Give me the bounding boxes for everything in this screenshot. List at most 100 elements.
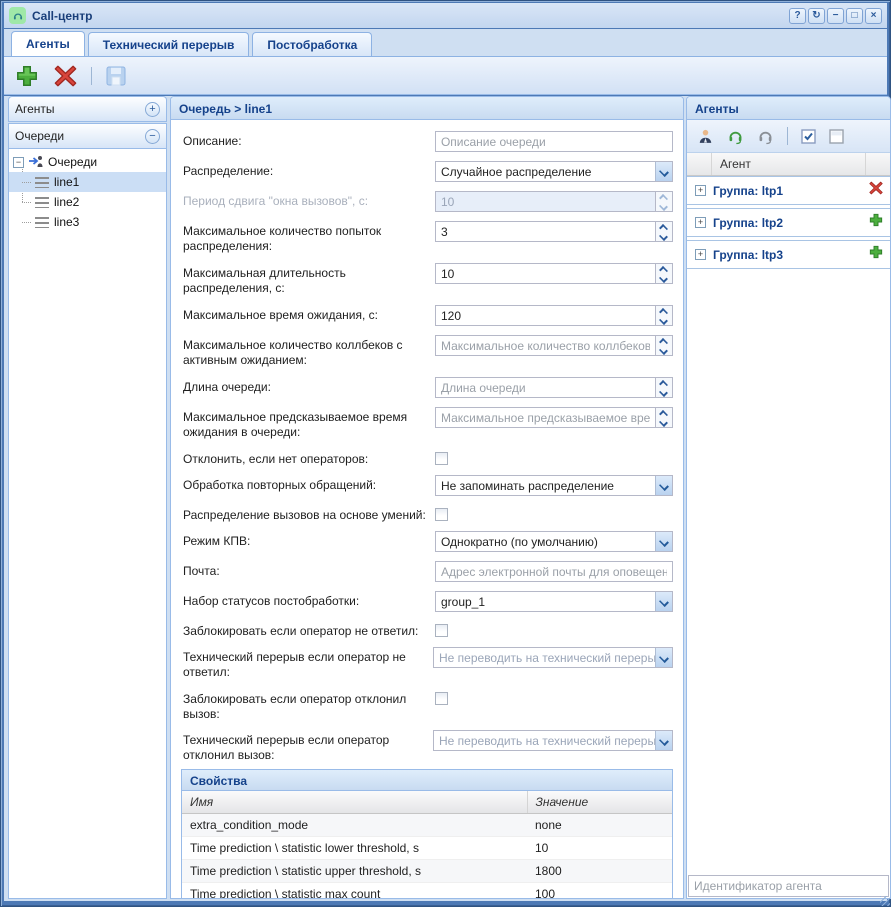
properties-col-name[interactable]: Имя	[182, 791, 527, 814]
max-duration-spinner[interactable]	[435, 263, 673, 284]
agents-toolbar	[687, 120, 890, 153]
status-set-select[interactable]: group_1	[435, 591, 673, 612]
expand-group-icon[interactable]: +	[695, 185, 706, 196]
chevron-down-icon[interactable]	[655, 532, 672, 551]
repeat-handling-select[interactable]: Не запоминать распределение	[435, 475, 673, 496]
spinner-buttons[interactable]	[655, 306, 672, 325]
add-button[interactable]	[14, 63, 40, 89]
close-button[interactable]: ×	[865, 8, 882, 24]
agent-person-icon[interactable]	[697, 128, 714, 145]
remove-group-icon[interactable]	[868, 180, 884, 201]
expand-icon[interactable]: +	[145, 102, 160, 117]
chevron-down-icon[interactable]	[655, 162, 672, 181]
spin-up-icon[interactable]	[656, 264, 672, 274]
spin-down-icon[interactable]	[656, 274, 672, 284]
queue-line-icon	[35, 177, 49, 188]
tab-postprocessing[interactable]: Постобработка	[252, 32, 372, 56]
sidebar-panel-queues-header[interactable]: Очереди −	[8, 123, 167, 149]
distribution-select[interactable]: Случайное распределение	[435, 161, 673, 182]
queue-panel: Очередь > line1 Описание: Распределение:…	[170, 96, 684, 899]
content-area: Агенты + Очереди − − Очереди l	[4, 96, 887, 901]
kpv-mode-select[interactable]: Однократно (по умолчанию)	[435, 531, 673, 552]
max-wait-spinner[interactable]	[435, 305, 673, 326]
agents-panel-header: Агенты	[687, 97, 890, 120]
select-all-checkbox-icon[interactable]	[801, 129, 816, 144]
headset-inactive-icon[interactable]	[757, 128, 774, 145]
spinner-buttons[interactable]	[655, 378, 672, 397]
spinner-buttons[interactable]	[655, 336, 672, 355]
spinner-buttons	[655, 192, 672, 211]
properties-col-value[interactable]: Значение	[527, 791, 672, 814]
queue-root-icon	[28, 154, 44, 171]
chevron-down-icon[interactable]	[655, 592, 672, 611]
spin-up-icon[interactable]	[656, 378, 672, 388]
spin-up-icon[interactable]	[656, 306, 672, 316]
agent-id-input[interactable]	[688, 875, 889, 897]
table-row[interactable]: Time prediction \ statistic lower thresh…	[182, 837, 672, 860]
toolbar-separator	[787, 127, 788, 145]
table-row[interactable]: Time prediction \ statistic upper thresh…	[182, 860, 672, 883]
max-attempts-spinner[interactable]	[435, 221, 673, 242]
skills-distribution-checkbox[interactable]	[435, 508, 448, 521]
max-predicted-spinner[interactable]	[435, 407, 673, 428]
status-set-label: Набор статусов постобработки:	[183, 591, 435, 612]
expander-column-header	[687, 153, 712, 175]
collapse-node-icon[interactable]: −	[13, 157, 24, 168]
spin-up-icon[interactable]	[656, 336, 672, 346]
shift-period-spinner	[435, 191, 673, 212]
table-row[interactable]: Time prediction \ statistic max count 10…	[182, 883, 672, 900]
maximize-button[interactable]: □	[846, 8, 863, 24]
mail-input[interactable]	[435, 561, 673, 582]
chevron-down-icon[interactable]	[655, 476, 672, 495]
skills-distribution-label: Распределение вызовов на основе умений:	[183, 505, 435, 523]
resize-handle[interactable]	[880, 896, 890, 906]
help-button[interactable]: ?	[789, 8, 806, 24]
toolbar-separator	[91, 67, 92, 85]
queue-line-icon	[35, 217, 49, 228]
spinner-buttons[interactable]	[655, 264, 672, 283]
agent-column-header[interactable]: Агент	[712, 157, 865, 171]
properties-panel: Свойства Имя Значение extra_condition_mo…	[181, 769, 673, 899]
tree-node-line3[interactable]: line3	[9, 212, 166, 232]
headset-active-icon[interactable]	[727, 128, 744, 145]
group-row-ltp1[interactable]: + Группа: ltp1	[687, 176, 890, 205]
max-callbacks-spinner[interactable]	[435, 335, 673, 356]
block-declined-checkbox[interactable]	[435, 692, 448, 705]
repeat-handling-label: Обработка повторных обращений:	[183, 475, 435, 496]
group-row-ltp3[interactable]: + Группа: ltp3	[687, 240, 890, 269]
add-group-icon[interactable]	[868, 212, 884, 233]
tree-node-queues-root[interactable]: − Очереди	[9, 152, 166, 172]
tab-agents[interactable]: Агенты	[11, 31, 85, 56]
queue-line-icon	[35, 197, 49, 208]
add-group-icon[interactable]	[868, 244, 884, 265]
expand-group-icon[interactable]: +	[695, 217, 706, 228]
deselect-all-checkbox-icon[interactable]	[829, 129, 844, 144]
expand-group-icon[interactable]: +	[695, 249, 706, 260]
block-no-answer-checkbox[interactable]	[435, 624, 448, 637]
spin-up-icon[interactable]	[656, 222, 672, 232]
table-row[interactable]: extra_condition_mode none	[182, 814, 672, 837]
spin-down-icon[interactable]	[656, 232, 672, 242]
reject-no-operators-checkbox[interactable]	[435, 452, 448, 465]
sidebar-panel-agents-header[interactable]: Агенты +	[8, 96, 167, 122]
description-input[interactable]	[435, 131, 673, 152]
spin-down-icon[interactable]	[656, 346, 672, 356]
tab-tech-break[interactable]: Технический перерыв	[88, 32, 250, 56]
break-no-answer-select: Не переводить на технический переры	[433, 647, 673, 668]
save-button[interactable]	[104, 64, 128, 88]
collapse-icon[interactable]: −	[145, 129, 160, 144]
minimize-button[interactable]: −	[827, 8, 844, 24]
tree-node-line1[interactable]: line1	[9, 172, 166, 192]
call-center-window: Call-центр ? ↻ − □ × Агенты Технический …	[0, 0, 891, 907]
tree-node-line2[interactable]: line2	[9, 192, 166, 212]
spin-down-icon[interactable]	[656, 418, 672, 428]
spin-down-icon[interactable]	[656, 388, 672, 398]
spin-up-icon[interactable]	[656, 408, 672, 418]
refresh-button[interactable]: ↻	[808, 8, 825, 24]
spinner-buttons[interactable]	[655, 222, 672, 241]
spinner-buttons[interactable]	[655, 408, 672, 427]
queue-length-spinner[interactable]	[435, 377, 673, 398]
spin-down-icon[interactable]	[656, 316, 672, 326]
group-row-ltp2[interactable]: + Группа: ltp2	[687, 208, 890, 237]
delete-button[interactable]	[52, 63, 79, 89]
